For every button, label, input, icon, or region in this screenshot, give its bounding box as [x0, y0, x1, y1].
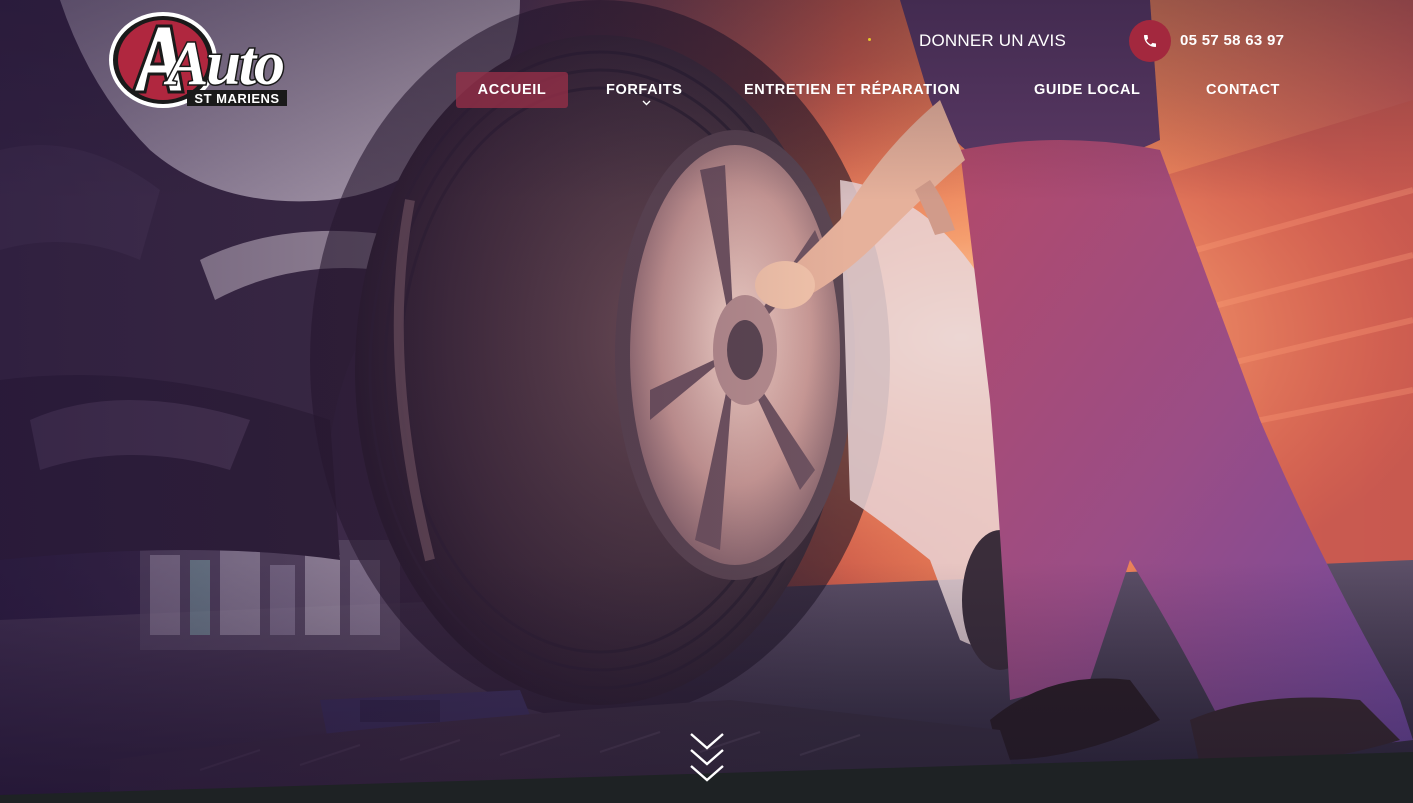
hero-background-image: [0, 0, 1413, 803]
hero-section: [0, 0, 1413, 803]
phone-number-link[interactable]: 05 57 58 63 97: [1180, 30, 1284, 52]
nav-item-guide-local[interactable]: GUIDE LOCAL: [1034, 72, 1141, 108]
triple-chevron-down-icon[interactable]: [688, 731, 726, 783]
nav-item-accueil[interactable]: ACCUEIL: [456, 72, 568, 108]
leave-review-link[interactable]: DONNER UN AVIS: [919, 30, 1066, 52]
phone-icon: [1144, 35, 1156, 47]
chevron-down-icon[interactable]: [642, 100, 651, 106]
phone-call-button[interactable]: [1129, 20, 1171, 62]
logo-subtext: ST MARIENS: [194, 91, 279, 106]
nav-item-entretien-reparation[interactable]: ENTRETIEN ET RÉPARATION: [744, 72, 960, 108]
logo-wordmark: Auto: [163, 30, 283, 98]
nav-item-contact[interactable]: CONTACT: [1206, 72, 1280, 108]
decorative-dot: [868, 38, 871, 41]
site-logo[interactable]: Auto ST MARIENS: [105, 8, 291, 112]
